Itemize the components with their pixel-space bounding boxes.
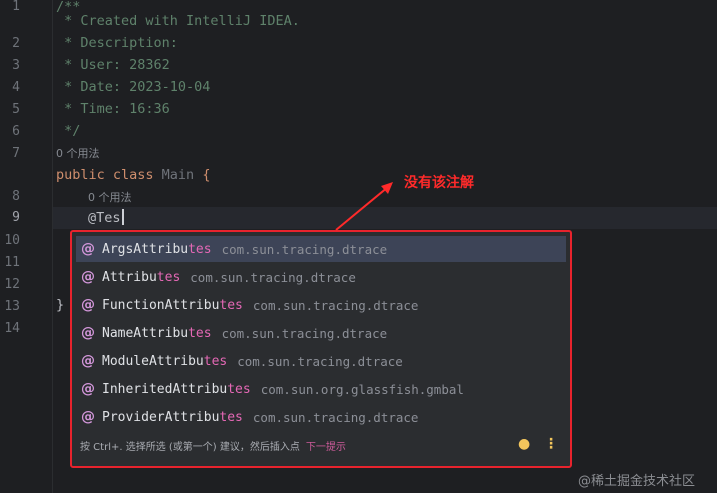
annotation-text: 没有该注解 <box>404 175 474 191</box>
annotation-arrow <box>335 182 393 231</box>
watermark: @稀土掘金技术社区 <box>578 474 696 489</box>
